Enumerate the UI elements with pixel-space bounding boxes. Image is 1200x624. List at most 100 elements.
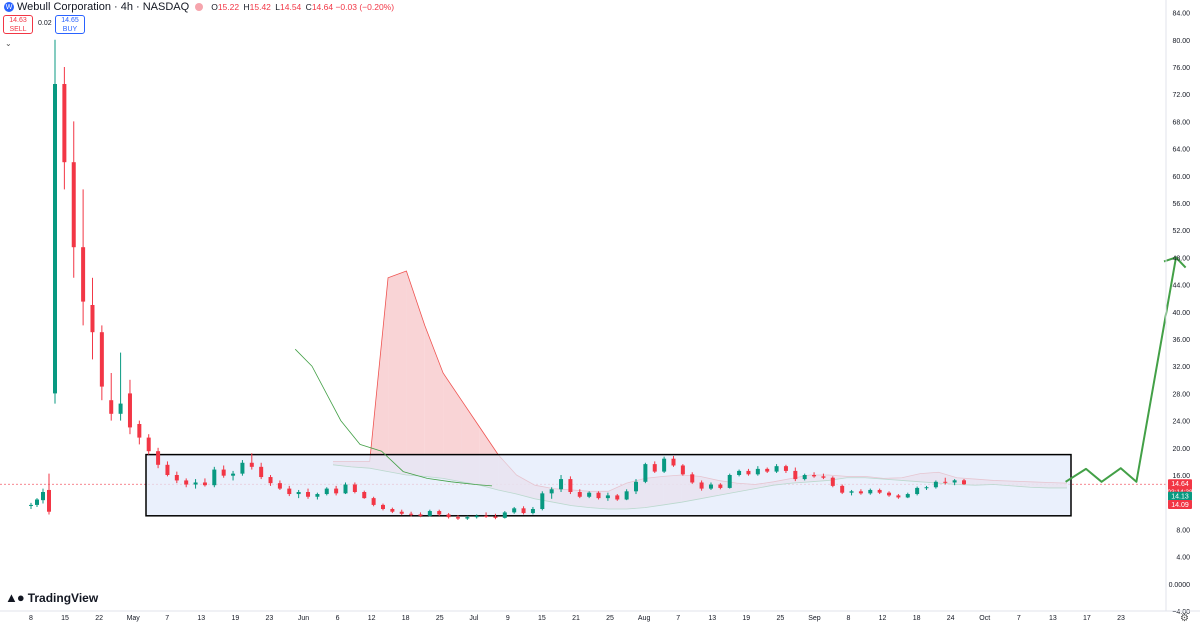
- candle-body: [287, 488, 292, 495]
- y-tick-label: 60.00: [1172, 174, 1190, 181]
- x-tick-label: 12: [879, 615, 887, 622]
- chevron-down-icon[interactable]: ⌄: [5, 39, 12, 48]
- range-box[interactable]: [145, 453, 1072, 517]
- candle-body: [221, 469, 226, 476]
- price-labels: 14.6403:14:3814.1314.09: [1167, 479, 1193, 509]
- candle-body: [156, 451, 161, 465]
- webull-logo-icon: W: [4, 2, 14, 12]
- candle-body: [127, 393, 132, 428]
- y-tick-label: 16.00: [1172, 473, 1190, 480]
- candle-body: [671, 458, 676, 466]
- range-rectangle: [145, 453, 1072, 517]
- symbol-title[interactable]: Webull Corporation · 4h · NASDAQ: [17, 1, 189, 13]
- x-tick-label: Aug: [638, 615, 651, 622]
- candle-body: [521, 508, 526, 514]
- candle-body: [915, 487, 920, 495]
- candle-body: [512, 508, 517, 513]
- candle-body: [540, 493, 545, 509]
- candle-body: [802, 475, 807, 480]
- candle-body: [568, 479, 573, 492]
- candle-body: [41, 492, 45, 501]
- projection-arrow[interactable]: [1065, 256, 1187, 483]
- candle-body: [390, 509, 395, 512]
- x-tick-label: 24: [947, 615, 955, 622]
- candle-body: [118, 403, 123, 414]
- x-tick-label: 25: [776, 615, 784, 622]
- candle-body: [830, 477, 835, 486]
- candle-body: [868, 489, 873, 494]
- x-tick-label: 21: [572, 615, 580, 622]
- candle-body: [962, 480, 966, 485]
- candle-body: [193, 482, 198, 485]
- tradingview-logo-icon: ▲●: [5, 590, 25, 605]
- candle-body: [680, 465, 685, 475]
- x-tick-label: 19: [231, 615, 239, 622]
- price-chart[interactable]: 84.0080.0076.0072.0068.0064.0060.0056.00…: [0, 0, 1200, 623]
- candle-body: [427, 511, 432, 516]
- candle-body: [324, 488, 329, 495]
- buy-price: 14.65: [61, 17, 79, 24]
- y-tick-label: 32.00: [1172, 364, 1190, 371]
- y-tick-label: 4.00: [1176, 555, 1190, 562]
- candle-body: [99, 332, 104, 387]
- x-tick-label: 12: [368, 615, 376, 622]
- ohlc-value-high: 15.42: [249, 2, 271, 12]
- x-tick-label: 15: [538, 615, 546, 622]
- sell-price: 14.63: [9, 17, 27, 24]
- candle-body: [559, 479, 564, 490]
- x-tick-label: 25: [436, 615, 444, 622]
- time-axis[interactable]: 8 15 22 May 7 13 19 23 Jun 6 12 18 25 Jul 9 15 21 25 Aug 7 1…: [0, 610, 1200, 622]
- tradingview-logo[interactable]: ▲● TradingView: [5, 590, 98, 605]
- candle-body: [587, 492, 592, 497]
- x-tick-label: 13: [197, 615, 205, 622]
- candle-body: [615, 495, 620, 500]
- candle-body: [530, 509, 535, 514]
- x-tick-label: 25: [606, 615, 614, 622]
- candle-body: [746, 470, 751, 475]
- x-tick-label: 23: [266, 615, 274, 622]
- candle-body: [249, 462, 254, 467]
- y-tick-label: 72.00: [1172, 92, 1190, 99]
- cloud-segment: [406, 271, 425, 477]
- candle-body: [933, 481, 938, 488]
- y-tick-label: 56.00: [1172, 201, 1190, 208]
- sell-label: SELL: [9, 26, 27, 33]
- candle-body: [409, 513, 414, 515]
- y-tick-label: 20.00: [1172, 446, 1190, 453]
- candle-body: [765, 468, 770, 472]
- candle-body: [81, 247, 86, 302]
- price-axis[interactable]: 84.00 80.00 76.00 72.00 68.00 64.00 60.00 56.00…: [1165, 0, 1190, 616]
- gear-icon[interactable]: ⚙: [1180, 613, 1189, 624]
- ohlc-value-low: 14.54: [280, 2, 302, 12]
- candle-body: [596, 492, 601, 499]
- y-tick-label: 64.00: [1172, 147, 1190, 154]
- ohlc-label-open: O: [211, 2, 218, 12]
- buy-button[interactable]: 14.65 BUY: [55, 15, 85, 34]
- candle-body: [259, 466, 264, 478]
- candle-body: [437, 511, 442, 515]
- candle-body: [718, 484, 723, 488]
- x-tick-label: 18: [402, 615, 410, 622]
- x-tick-label: Oct: [979, 615, 990, 622]
- x-tick-label: 19: [742, 615, 750, 622]
- y-tick-label: 68.00: [1172, 119, 1190, 126]
- candle-body: [90, 305, 95, 333]
- candle-body: [952, 480, 957, 483]
- candle-body: [212, 469, 217, 486]
- candle-body: [174, 475, 179, 481]
- candle-body: [652, 464, 657, 472]
- candle-body: [109, 400, 114, 414]
- chart-header: W Webull Corporation · 4h · NASDAQ O15.2…: [0, 0, 394, 14]
- candle-body: [334, 488, 339, 494]
- candle-body: [399, 511, 404, 514]
- candle-body: [418, 514, 423, 516]
- candle-body: [484, 515, 489, 517]
- candlestick-series: [29, 39, 966, 520]
- x-tick-label: 9: [506, 615, 510, 622]
- candle-body: [887, 492, 892, 496]
- ohlc-values: O15.22 H15.42 L14.54 C14.64 −0.03 (−0.20…: [209, 2, 394, 12]
- x-tick-label: 7: [1017, 615, 1021, 622]
- sell-button[interactable]: 14.63 SELL: [3, 15, 33, 34]
- x-tick-label: 6: [336, 615, 340, 622]
- ohlc-value-open: 15.22: [217, 2, 240, 12]
